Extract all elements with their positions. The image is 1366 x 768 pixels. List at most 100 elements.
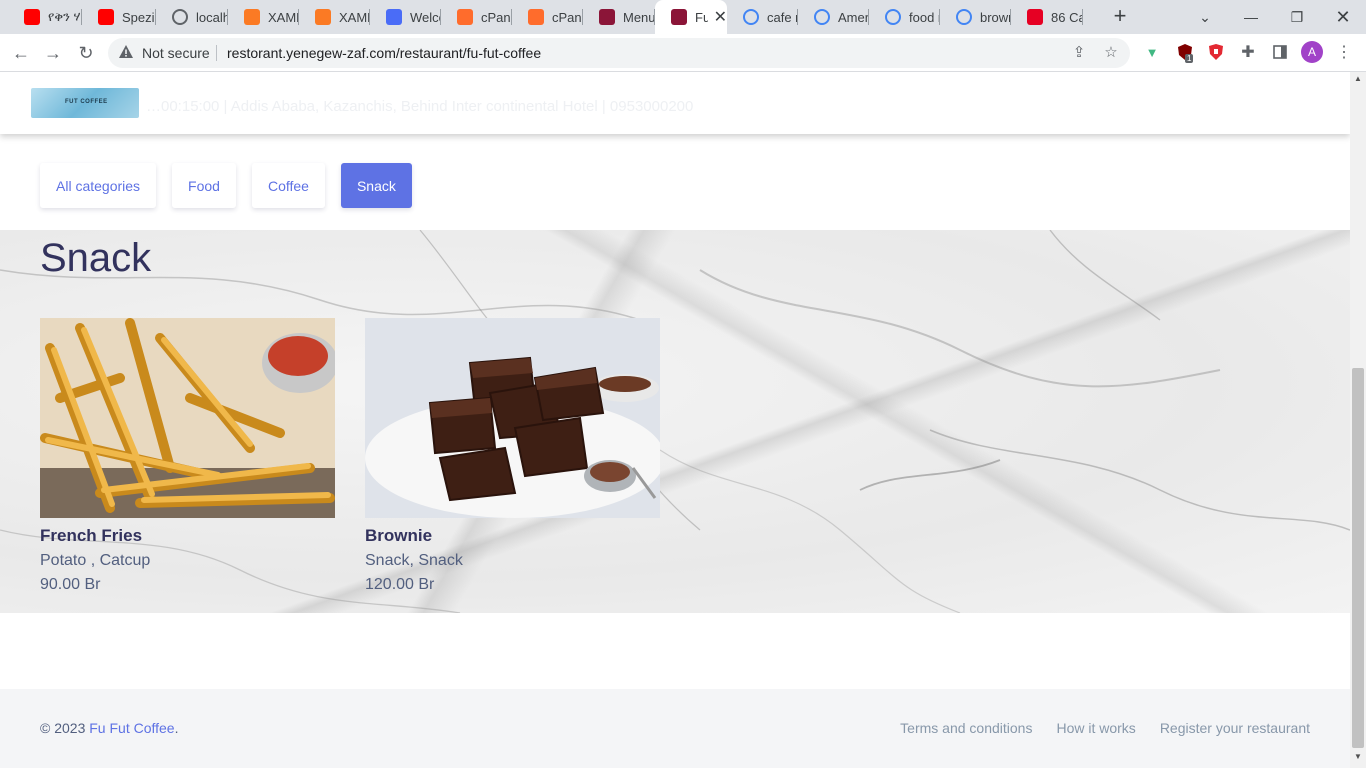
tab-search-button[interactable]: ⌄: [1182, 0, 1228, 34]
security-label[interactable]: Not secure: [142, 45, 210, 61]
item-name[interactable]: Brownie: [365, 526, 660, 546]
close-window-button[interactable]: ✕: [1320, 0, 1366, 34]
tab-title: 86 Ca: [1051, 9, 1083, 25]
tab-title: food r: [909, 9, 940, 25]
section-title: Snack: [40, 236, 152, 280]
category-filter: All categories Food Coffee Snack: [40, 163, 412, 208]
close-tab-icon[interactable]: ✕: [714, 7, 727, 27]
tab-title: cafe n: [767, 9, 798, 25]
scroll-up-arrow[interactable]: ▲: [1354, 74, 1362, 83]
how-it-works-link[interactable]: How it works: [1056, 720, 1135, 736]
bookmark-star-icon[interactable]: ☆: [1102, 44, 1120, 62]
tab-title: XAMP: [339, 9, 370, 25]
cloud-icon: [386, 9, 402, 25]
category-button[interactable]: Food: [172, 163, 236, 208]
share-icon[interactable]: ⇪: [1070, 44, 1088, 62]
restaurant-logo[interactable]: FUT COFFEE: [31, 88, 139, 118]
divider: [216, 45, 217, 61]
google-icon: [956, 9, 972, 25]
browser-tab[interactable]: Welco: [370, 0, 441, 34]
tab-title: የቅን ሃ: [48, 9, 80, 24]
browser-tab[interactable]: 86 Ca: [1011, 0, 1083, 34]
youtube-icon: [98, 9, 114, 25]
french-fries-photo[interactable]: [40, 318, 335, 518]
shield-icon[interactable]: [1206, 42, 1226, 62]
item-description: Potato , Catcup: [40, 552, 151, 569]
browser-tab[interactable]: Ameri: [798, 0, 869, 34]
browser-tab[interactable]: cPanel: [512, 0, 583, 34]
browser-tab[interactable]: Fu ✕: [655, 0, 727, 34]
register-restaurant-link[interactable]: Register your restaurant: [1160, 720, 1310, 736]
tab-title: localh: [196, 9, 228, 25]
logo-text: FUT COFFEE: [65, 99, 108, 105]
profile-avatar[interactable]: A: [1301, 41, 1323, 63]
minimize-button[interactable]: —: [1228, 0, 1274, 34]
extensions-puzzle-icon[interactable]: ✚: [1238, 42, 1258, 62]
youtube-icon: [24, 9, 40, 25]
address-bar[interactable]: Not secure restorant.yenegew-zaf.com/res…: [108, 38, 1130, 68]
tab-title: brown: [980, 9, 1011, 25]
item-price: 90.00 Br: [40, 576, 101, 593]
browser-tab[interactable]: XAMP: [228, 0, 299, 34]
brand-link[interactable]: Fu Fut Coffee: [89, 720, 174, 736]
brownie-photo[interactable]: [365, 318, 660, 518]
restaurant-info: …00:15:00 | Addis Ababa, Kazanchis, Behi…: [146, 98, 694, 115]
browser-toolbar: ← → ↻ Not secure restorant.yenegew-zaf.c…: [0, 34, 1366, 72]
google-icon: [743, 9, 759, 25]
page-scrollbar[interactable]: ▲ ▼: [1350, 72, 1366, 768]
footer-links: Terms and conditions How it works Regist…: [900, 720, 1310, 736]
item-name[interactable]: French Fries: [40, 526, 335, 546]
browser-tab[interactable]: Menu: [583, 0, 655, 34]
browser-tab[interactable]: brown: [940, 0, 1011, 34]
cpanel-icon: [528, 9, 544, 25]
tab-separator: [1082, 9, 1083, 25]
vue-devtools-icon[interactable]: ▼: [1142, 42, 1162, 62]
menu-item-card[interactable]: French Fries Potato , Catcup 90.00 Br: [40, 318, 335, 594]
category-button[interactable]: Snack: [340, 163, 412, 208]
item-price: 120.00 Br: [365, 576, 435, 593]
item-description: Snack, Snack: [365, 552, 463, 569]
terms-link[interactable]: Terms and conditions: [900, 720, 1032, 736]
url-text[interactable]: restorant.yenegew-zaf.com/restaurant/fu-…: [227, 45, 541, 61]
page-footer: © 2023 Fu Fut Coffee. Terms and conditio…: [0, 689, 1350, 768]
restaurant-header: FUT COFFEE …00:15:00 | Addis Ababa, Kaza…: [0, 72, 1350, 134]
category-button[interactable]: All categories: [40, 163, 157, 208]
tab-title: Menu: [623, 9, 655, 25]
tab-title: Welco: [410, 9, 441, 25]
google-icon: [885, 9, 901, 25]
pinterest-icon: [1027, 9, 1043, 25]
tab-title: cPanel: [481, 9, 512, 25]
tab-title: cPanel: [552, 9, 583, 25]
xampp-icon: [244, 9, 260, 25]
browser-tab[interactable]: የቅን ሃ: [8, 0, 82, 34]
browser-tab[interactable]: localh: [156, 0, 228, 34]
browser-tab[interactable]: cPanel: [441, 0, 512, 34]
reload-button[interactable]: ↻: [74, 41, 98, 65]
menu-item-card[interactable]: Brownie Snack, Snack 120.00 Br: [365, 318, 660, 594]
tab-title: Spezia: [122, 9, 154, 25]
extension-badge: 1: [1185, 54, 1194, 63]
ublock-icon[interactable]: 1: [1175, 42, 1195, 63]
copyright-suffix: .: [174, 720, 179, 736]
page-content: FUT COFFEE …00:15:00 | Addis Ababa, Kaza…: [0, 72, 1350, 768]
new-tab-button[interactable]: +: [1108, 4, 1132, 28]
browser-tab[interactable]: food r: [869, 0, 940, 34]
restaurant-icon: [671, 9, 687, 25]
category-button[interactable]: Coffee: [251, 163, 325, 208]
globe-icon: [172, 9, 188, 25]
side-panel-icon[interactable]: [1270, 42, 1290, 62]
warning-icon: [119, 45, 133, 58]
scrollbar-thumb[interactable]: [1352, 368, 1364, 748]
restore-button[interactable]: ❐: [1274, 0, 1320, 34]
copyright: © 2023 Fu Fut Coffee.: [40, 720, 178, 736]
browser-tab[interactable]: XAMP: [299, 0, 370, 34]
forward-button[interactable]: →: [41, 41, 65, 65]
copyright-prefix: © 2023: [40, 720, 86, 736]
scroll-down-arrow[interactable]: ▼: [1354, 752, 1362, 761]
menu-kebab-icon[interactable]: ⋮: [1334, 42, 1354, 62]
back-button[interactable]: ←: [9, 41, 33, 65]
browser-tab[interactable]: Spezia: [82, 0, 156, 34]
browser-tab[interactable]: cafe n: [727, 0, 798, 34]
tab-title: XAMP: [268, 9, 299, 25]
xampp-icon: [315, 9, 331, 25]
